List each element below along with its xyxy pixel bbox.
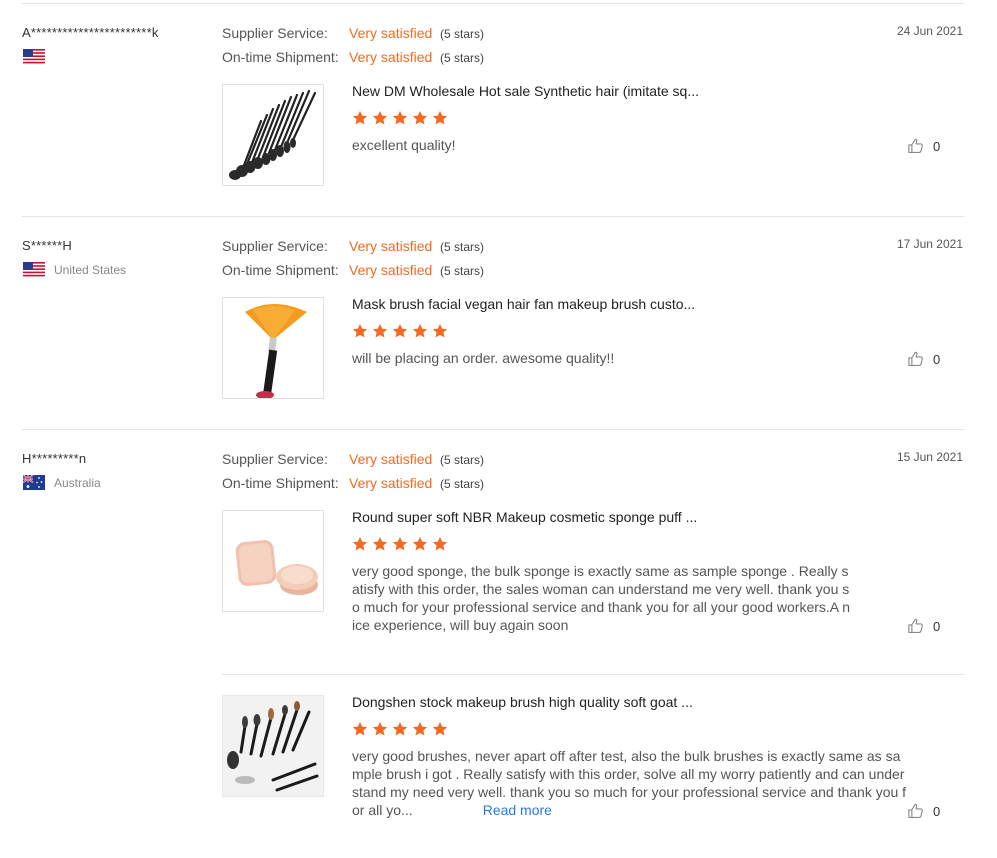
au-flag-icon — [22, 474, 45, 490]
shipment-stars: (5 stars) — [440, 477, 485, 491]
star-icon — [392, 324, 408, 338]
star-icon — [392, 722, 408, 736]
star-icon — [372, 111, 388, 125]
shipment-stars: (5 stars) — [440, 51, 485, 65]
supplier-service-stars: (5 stars) — [440, 240, 485, 254]
review-divider — [22, 429, 964, 430]
shipment-value: Very satisfied — [349, 475, 433, 491]
shipment-label: On-time Shipment: — [222, 475, 339, 491]
star-icon — [372, 324, 388, 338]
shipment-label: On-time Shipment: — [222, 49, 339, 65]
product-thumbnail[interactable] — [222, 510, 324, 612]
rating-stars — [352, 110, 448, 126]
thumbs-up-icon — [908, 351, 923, 366]
star-icon — [412, 722, 428, 736]
read-more-link[interactable]: Read more — [483, 802, 552, 818]
product-thumbnail[interactable] — [222, 84, 324, 186]
supplier-service-label: Supplier Service: — [222, 238, 328, 254]
star-icon — [352, 111, 368, 125]
product-title[interactable]: Round super soft NBR Makeup cosmetic spo… — [352, 509, 697, 525]
like-button[interactable]: 0 — [907, 350, 940, 368]
review-text-body: very good brushes, never apart off after… — [352, 748, 907, 818]
buyer-name: S******H — [22, 238, 73, 253]
star-icon — [392, 111, 408, 125]
like-button[interactable]: 0 — [907, 802, 940, 820]
supplier-service-value: Very satisfied — [349, 25, 433, 41]
rating-stars — [352, 536, 448, 552]
star-icon — [352, 324, 368, 338]
like-button[interactable]: 0 — [907, 137, 940, 155]
like-count: 0 — [933, 138, 941, 154]
star-icon — [352, 537, 368, 551]
star-icon — [392, 537, 408, 551]
buyer-name: A***********************k — [22, 25, 159, 40]
supplier-service-value: Very satisfied — [349, 451, 433, 467]
like-count: 0 — [933, 803, 941, 819]
buyer-country: Australia — [54, 476, 101, 490]
star-icon — [352, 722, 368, 736]
star-icon — [412, 324, 428, 338]
star-icon — [432, 537, 448, 551]
top-divider — [22, 3, 964, 4]
product-title[interactable]: Dongshen stock makeup brush high quality… — [352, 694, 693, 710]
thumbs-up-icon — [908, 803, 923, 818]
shipment-value: Very satisfied — [349, 262, 433, 278]
star-icon — [432, 111, 448, 125]
like-count: 0 — [933, 618, 941, 634]
supplier-service-stars: (5 stars) — [440, 453, 485, 467]
thumbs-up-icon — [908, 618, 923, 633]
star-icon — [432, 324, 448, 338]
supplier-service-value: Very satisfied — [349, 238, 433, 254]
star-icon — [372, 537, 388, 551]
review-date: 24 Jun 2021 — [896, 24, 963, 38]
star-icon — [432, 722, 448, 736]
us-flag-icon — [23, 49, 45, 64]
thumbs-up-icon — [908, 138, 923, 153]
review-divider — [22, 216, 964, 217]
product-thumbnail[interactable] — [222, 695, 324, 797]
rating-stars — [352, 721, 448, 737]
supplier-service-stars: (5 stars) — [440, 27, 485, 41]
buyer-name: H*********n — [22, 451, 87, 466]
shipment-stars: (5 stars) — [440, 264, 485, 278]
review-date: 17 Jun 2021 — [896, 237, 963, 251]
like-button[interactable]: 0 — [907, 617, 940, 635]
supplier-service-label: Supplier Service: — [222, 451, 328, 467]
product-divider — [222, 674, 964, 675]
review-text: excellent quality! — [352, 137, 456, 153]
review-date: 15 Jun 2021 — [896, 450, 963, 464]
like-count: 0 — [933, 351, 941, 367]
product-title[interactable]: Mask brush facial vegan hair fan makeup … — [352, 296, 695, 312]
review-text: will be placing an order. awesome qualit… — [352, 350, 615, 366]
review-text: very good sponge, the bulk sponge is exa… — [352, 563, 851, 633]
star-icon — [412, 111, 428, 125]
supplier-service-label: Supplier Service: — [222, 25, 328, 41]
shipment-label: On-time Shipment: — [222, 262, 339, 278]
product-title[interactable]: New DM Wholesale Hot sale Synthetic hair… — [352, 83, 699, 99]
star-icon — [412, 537, 428, 551]
review-text: very good brushes, never apart off after… — [352, 747, 908, 819]
buyer-country: United States — [54, 263, 127, 277]
us-flag-icon — [23, 262, 45, 277]
product-thumbnail[interactable] — [222, 297, 324, 399]
star-icon — [372, 722, 388, 736]
shipment-value: Very satisfied — [349, 49, 433, 65]
rating-stars — [352, 323, 448, 339]
